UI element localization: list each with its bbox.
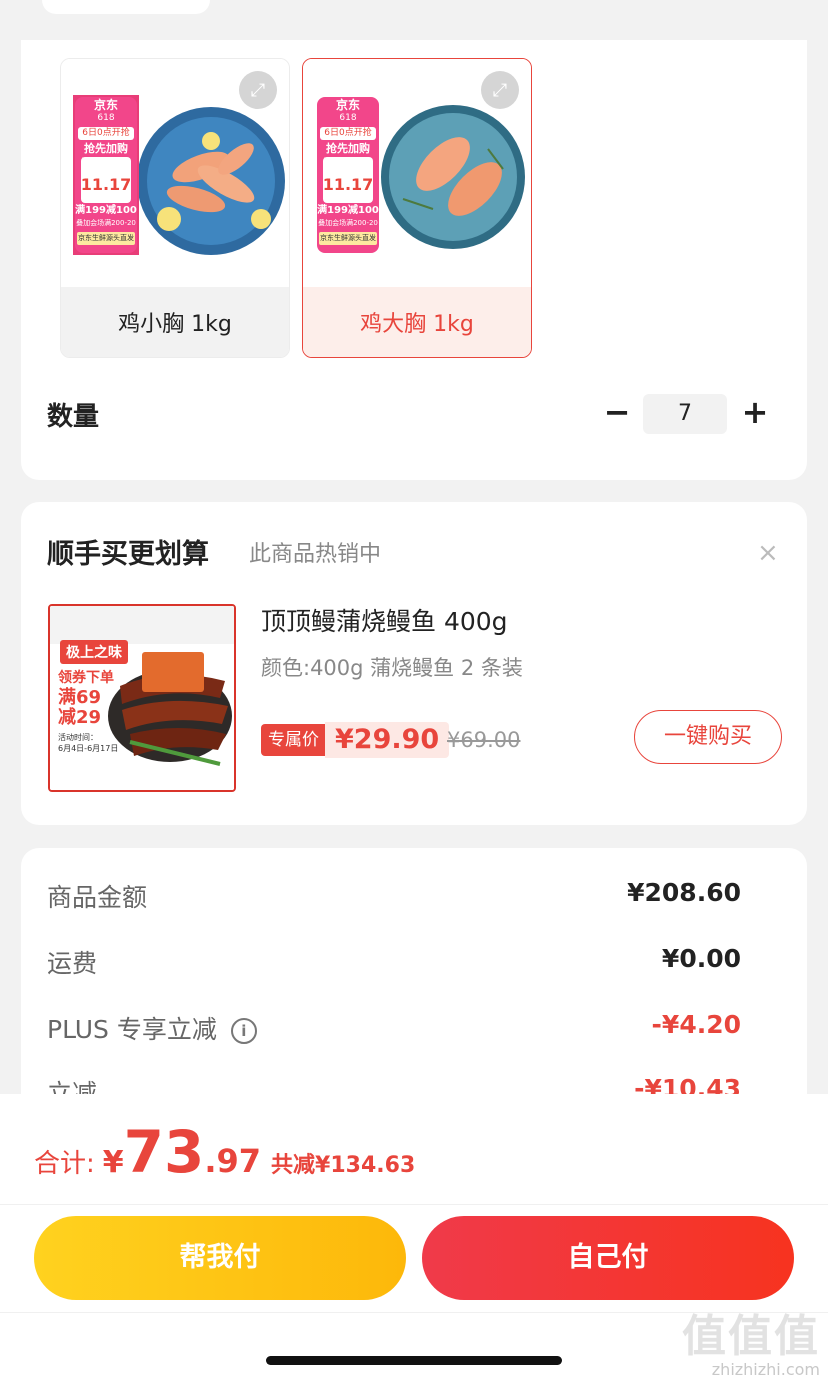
promo-line4: 满199减100 <box>75 205 137 216</box>
upsell-card: 顺手买更划算 此商品热销中 × 极上之味 领券下单 满69 减29 活动时间： … <box>21 502 807 825</box>
promo-price: 11.17 <box>322 175 374 194</box>
expand-icon[interactable]: ⤢ <box>481 71 519 109</box>
promo-price: 11.17 <box>80 175 132 194</box>
breakdown-value: -¥4.20 <box>651 1010 741 1039</box>
promo-line3: 满单价比价手价 <box>81 157 131 165</box>
promo-line6: 京东生鲜源头直发 <box>77 232 135 245</box>
upsell-original-price: ¥69.00 <box>447 728 521 752</box>
breakdown-row-plus: PLUS 专享立减 i -¥4.20 <box>47 1010 741 1050</box>
quantity-plus-button[interactable]: + <box>737 392 773 432</box>
promo-event: 618 <box>97 113 115 123</box>
promo-line4: 满199减100 <box>317 205 379 216</box>
upsell-price: ¥29.90 <box>325 722 450 758</box>
breakdown-value: ¥208.60 <box>627 878 741 907</box>
variant-option-large-breast[interactable]: 京东 618 6日0点开抢 抢先加购 满单价比价手价 11.17 满199减10… <box>302 58 532 358</box>
quantity-minus-button[interactable]: − <box>599 392 635 432</box>
close-icon[interactable]: × <box>757 538 779 568</box>
variant-card: 京东 618 6日0点开抢 抢先加购 满单价比价手价 11.17 满199减10… <box>21 40 807 480</box>
upsell-product-name[interactable]: 顶顶鳗蒲烧鳗鱼 400g <box>261 602 508 638</box>
breakdown-row-shipping: 运费 ¥0.00 <box>47 944 741 984</box>
breakdown-value: ¥0.00 <box>661 944 741 973</box>
upsell-product-image[interactable]: 极上之味 领券下单 满69 减29 活动时间： 6月4日-6月17日 <box>48 604 236 792</box>
order-total: 合计: ¥ 73 .97 共减¥134.63 <box>34 1118 415 1188</box>
total-integer: 73 <box>123 1118 205 1186</box>
divider <box>0 1204 828 1205</box>
total-saving: 共减¥134.63 <box>271 1153 416 1178</box>
promo-line1: 6日0点开抢 <box>320 127 376 140</box>
upsell-image-line3: 减29 <box>58 707 102 728</box>
upsell-image-badge: 极上之味 <box>60 640 128 664</box>
upsell-image-line2: 满69 <box>58 687 102 708</box>
upsell-image-line4: 活动时间： <box>58 733 98 742</box>
checkout-bar: 合计: ¥ 73 .97 共减¥134.63 帮我付 自己付 值值值 zhizh… <box>0 1094 828 1384</box>
variant-option-small-breast[interactable]: 京东 618 6日0点开抢 抢先加购 满单价比价手价 11.17 满199减10… <box>60 58 290 358</box>
top-strip <box>0 0 828 40</box>
total-label: 合计: <box>34 1149 95 1179</box>
promo-event: 618 <box>339 113 357 123</box>
expand-icon[interactable]: ⤢ <box>239 71 277 109</box>
upsell-title: 顺手买更划算 <box>47 539 209 570</box>
promo-line5: 叠加会场满200-20 <box>76 219 136 227</box>
breakdown-row-goods: 商品金额 ¥208.60 <box>47 878 741 918</box>
promo-line2: 抢先加购 <box>326 142 370 155</box>
watermark-logo: 值值值 <box>682 1311 820 1362</box>
exclusive-price-tag: 专属价 <box>261 724 326 756</box>
promo-brand: 京东 <box>335 98 360 112</box>
total-currency: ¥ <box>102 1145 124 1180</box>
quantity-label: 数量 <box>47 402 100 432</box>
home-indicator[interactable] <box>266 1356 562 1365</box>
upsell-image-line1: 领券下单 <box>58 670 114 686</box>
variant-label: 鸡小胸 1kg <box>61 287 289 357</box>
promo-brand: 京东 <box>93 98 118 112</box>
promo-line5: 叠加会场满200-20 <box>318 219 378 227</box>
upsell-product-spec: 颜色:400g 蒲烧鳗鱼 2 条装 <box>261 656 523 680</box>
top-pill <box>42 0 210 14</box>
help-me-pay-button[interactable]: 帮我付 <box>34 1216 406 1300</box>
promo-line6: 京东生鲜源头直发 <box>319 232 377 245</box>
promo-line2: 抢先加购 <box>84 142 128 155</box>
total-decimal: .97 <box>204 1142 262 1180</box>
one-click-buy-button[interactable]: 一键购买 <box>634 710 782 764</box>
quantity-input[interactable]: 7 <box>643 394 727 434</box>
upsell-image-line5: 6月4日-6月17日 <box>58 744 119 753</box>
variant-label: 鸡大胸 1kg <box>303 287 531 357</box>
watermark: 值值值 zhizhizhi.com <box>682 1300 820 1379</box>
info-icon[interactable]: i <box>230 1018 257 1044</box>
promo-line1: 6日0点开抢 <box>78 127 134 140</box>
breakdown-label: 运费 <box>47 949 98 978</box>
promo-line3: 满单价比价手价 <box>323 157 373 165</box>
breakdown-label: 商品金额 <box>47 883 148 912</box>
upsell-subtitle: 此商品热销中 <box>249 542 382 567</box>
pay-myself-button[interactable]: 自己付 <box>422 1216 794 1300</box>
breakdown-label: PLUS 专享立减 <box>47 1015 217 1044</box>
